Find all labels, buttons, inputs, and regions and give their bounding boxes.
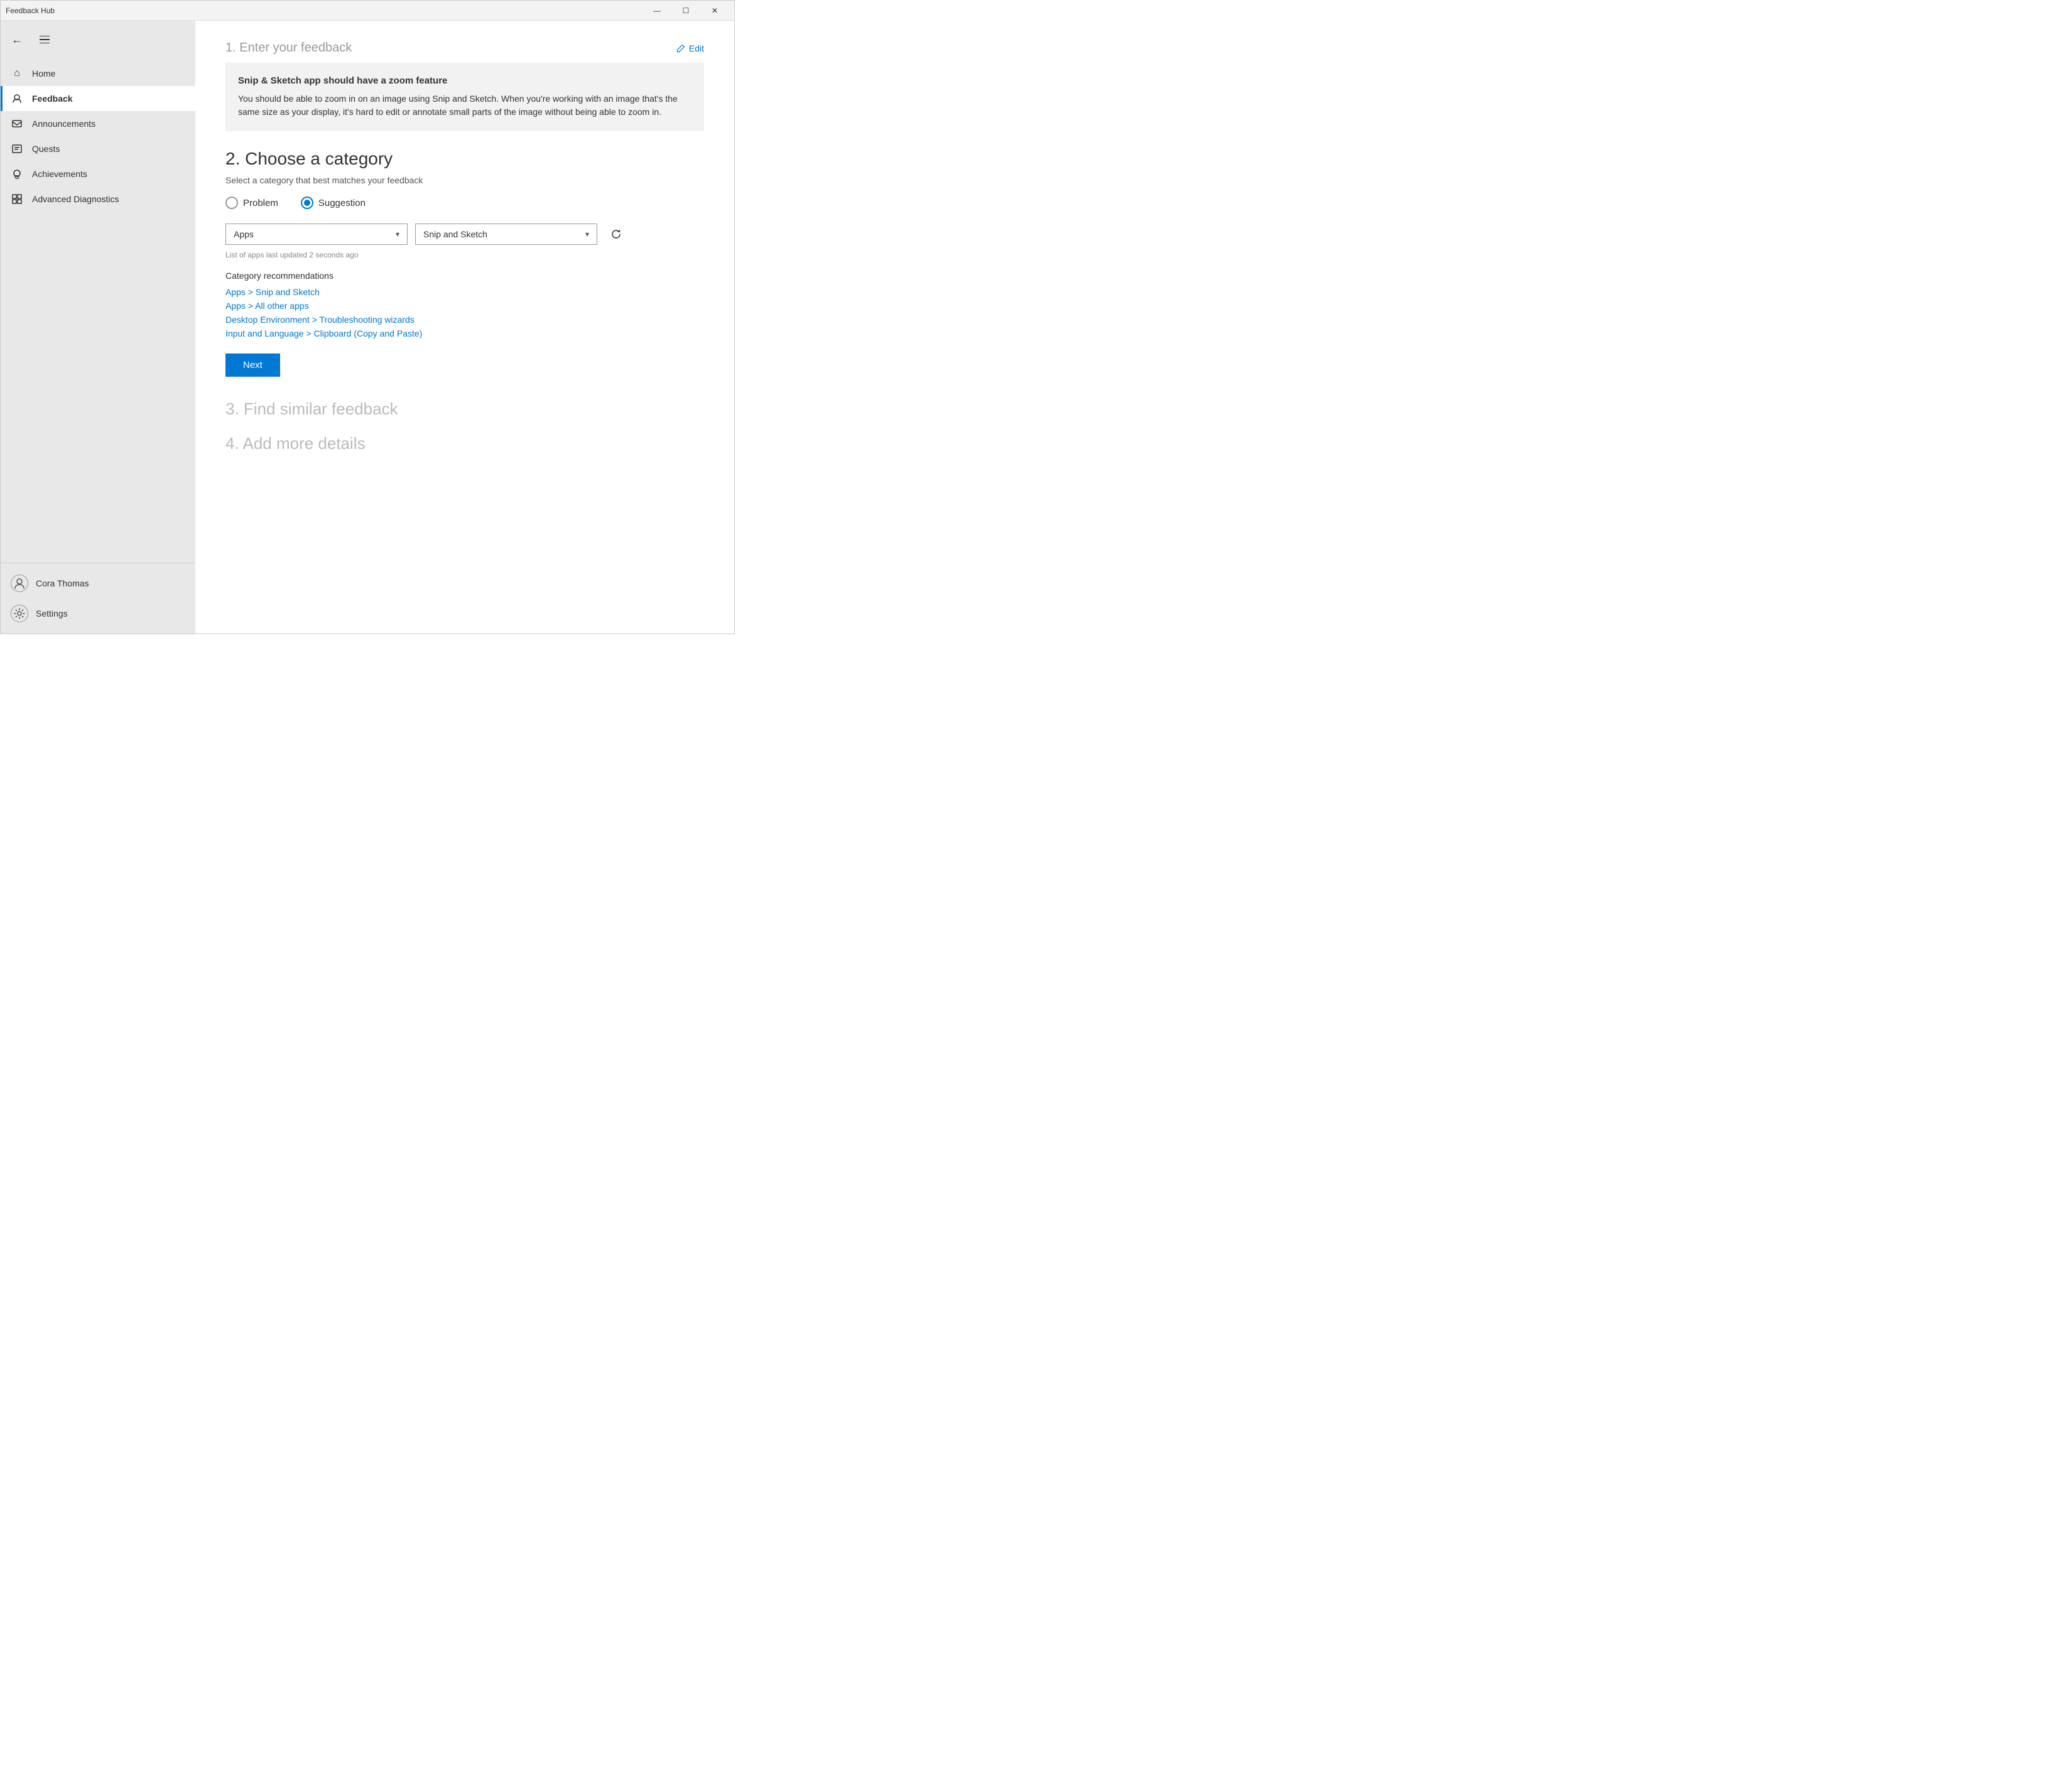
radio-suggestion-label: Suggestion — [318, 198, 366, 208]
window-title: Feedback Hub — [6, 6, 642, 15]
refresh-icon — [610, 229, 622, 240]
section3-header: 3. Find similar feedback — [225, 399, 704, 419]
rec-link-2[interactable]: Desktop Environment > Troubleshooting wi… — [225, 315, 704, 325]
hamburger-line-1 — [40, 36, 50, 37]
settings-item[interactable]: Settings — [1, 598, 195, 629]
sidebar-item-achievements[interactable]: Achievements — [1, 161, 195, 186]
radio-suggestion[interactable]: Suggestion — [301, 197, 366, 209]
recommendations-title: Category recommendations — [225, 271, 704, 281]
section2-subtitle: Select a category that best matches your… — [225, 175, 704, 185]
sidebar-item-announcements-label: Announcements — [32, 119, 95, 129]
sidebar-item-home-label: Home — [32, 68, 55, 78]
user-profile[interactable]: Cora Thomas — [1, 568, 195, 598]
sidebar-item-achievements-label: Achievements — [32, 169, 87, 179]
sidebar-item-home[interactable]: ⌂ Home — [1, 61, 195, 86]
hamburger-button[interactable] — [33, 28, 56, 51]
hamburger-line-3 — [40, 43, 50, 44]
sidebar-top: ← — [1, 21, 195, 56]
rec-link-3[interactable]: Input and Language > Clipboard (Copy and… — [225, 328, 704, 338]
next-button[interactable]: Next — [225, 354, 280, 377]
feedback-box: Snip & Sketch app should have a zoom fea… — [225, 63, 704, 131]
category-dropdown[interactable]: Apps ▾ — [225, 224, 408, 245]
category-recommendations: Category recommendations Apps > Snip and… — [225, 271, 704, 338]
edit-icon — [676, 44, 685, 53]
settings-label: Settings — [36, 608, 68, 618]
refresh-button[interactable] — [605, 223, 627, 246]
sidebar: ← ⌂ Home — [1, 21, 195, 634]
radio-group: Problem Suggestion — [225, 197, 704, 209]
radio-problem[interactable]: Problem — [225, 197, 278, 209]
radio-suggestion-dot — [304, 200, 310, 206]
nav-menu: ⌂ Home Feedback — [1, 56, 195, 563]
close-button[interactable]: ✕ — [700, 1, 729, 21]
sidebar-item-feedback-label: Feedback — [32, 94, 73, 104]
subcategory-dropdown-arrow: ▾ — [585, 230, 589, 239]
rec-link-0[interactable]: Apps > Snip and Sketch — [225, 287, 704, 297]
feedback-body: You should be able to zoom in on an imag… — [238, 92, 691, 119]
sidebar-item-feedback[interactable]: Feedback — [1, 86, 195, 111]
section1-number: 1. Enter your feedback — [225, 41, 352, 55]
sidebar-item-quests[interactable]: Quests — [1, 136, 195, 161]
subcategory-dropdown-value: Snip and Sketch — [423, 229, 487, 239]
section4-header: 4. Add more details — [225, 434, 704, 453]
hamburger-line-2 — [40, 39, 50, 40]
user-avatar — [11, 575, 28, 592]
advanced-diagnostics-icon — [11, 193, 23, 205]
sidebar-item-announcements[interactable]: Announcements — [1, 111, 195, 136]
announcements-icon — [11, 117, 23, 130]
dropdowns-row: Apps ▾ Snip and Sketch ▾ — [225, 223, 704, 246]
sidebar-item-advanced-diagnostics-label: Advanced Diagnostics — [32, 194, 119, 204]
main-content: 1. Enter your feedback Edit Snip & Sketc… — [195, 21, 734, 634]
feedback-title: Snip & Sketch app should have a zoom fea… — [238, 75, 691, 86]
subcategory-dropdown[interactable]: Snip and Sketch ▾ — [415, 224, 597, 245]
user-name: Cora Thomas — [36, 578, 89, 588]
edit-button[interactable]: Edit — [676, 43, 704, 53]
sidebar-item-advanced-diagnostics[interactable]: Advanced Diagnostics — [1, 186, 195, 212]
category-dropdown-arrow: ▾ — [396, 230, 399, 239]
radio-problem-circle — [225, 197, 238, 209]
quests-icon — [11, 143, 23, 155]
radio-problem-label: Problem — [243, 198, 278, 208]
section2-header: 2. Choose a category — [225, 149, 704, 169]
sidebar-item-quests-label: Quests — [32, 144, 60, 154]
settings-icon — [11, 605, 28, 622]
achievements-icon — [11, 168, 23, 180]
rec-link-1[interactable]: Apps > All other apps — [225, 301, 704, 311]
edit-label: Edit — [689, 43, 704, 53]
category-dropdown-value: Apps — [234, 229, 254, 239]
minimize-button[interactable]: — — [642, 1, 671, 21]
section1-header: 1. Enter your feedback Edit — [225, 41, 704, 55]
titlebar: Feedback Hub — ☐ ✕ — [1, 1, 734, 21]
maximize-button[interactable]: ☐ — [671, 1, 700, 21]
home-icon: ⌂ — [11, 67, 23, 80]
radio-suggestion-circle — [301, 197, 313, 209]
back-button[interactable]: ← — [6, 28, 28, 51]
app-body: ← ⌂ Home — [1, 21, 734, 634]
app-window: Feedback Hub — ☐ ✕ ← ⌂ Home — [0, 0, 735, 634]
titlebar-controls: — ☐ ✕ — [642, 1, 729, 21]
list-updated-text: List of apps last updated 2 seconds ago — [225, 251, 704, 259]
sidebar-bottom: Cora Thomas Settings — [1, 563, 195, 634]
feedback-icon — [11, 92, 23, 105]
